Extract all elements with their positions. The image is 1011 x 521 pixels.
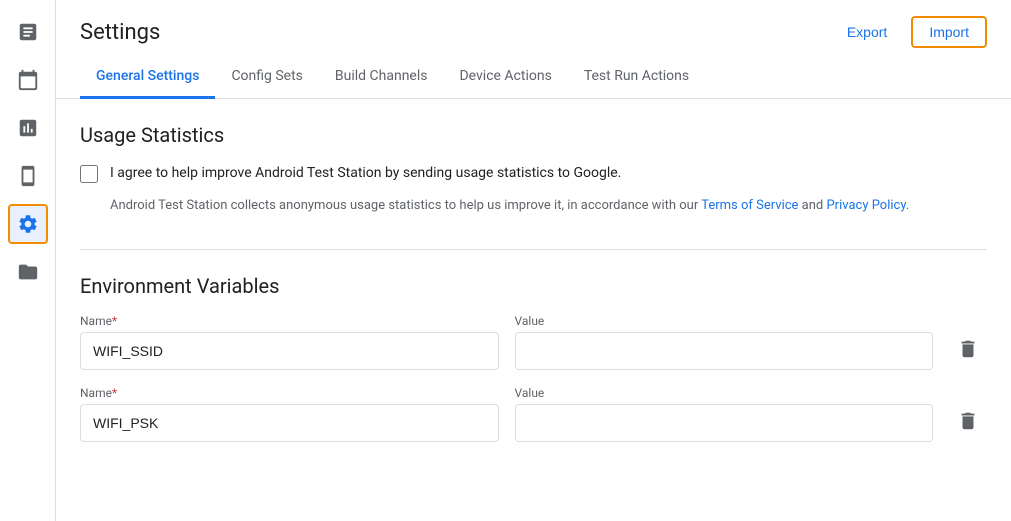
env-row-2-delete-button[interactable] — [949, 402, 987, 440]
delete-icon-2 — [957, 410, 979, 432]
env-row-1-value-input[interactable] — [515, 332, 934, 370]
usage-checkbox-row: I agree to help improve Android Test Sta… — [80, 163, 987, 184]
folder-icon — [17, 261, 39, 283]
env-row-1-value-group: Value — [515, 314, 934, 370]
tab-general-settings[interactable]: General Settings — [80, 56, 215, 99]
info-text-after: . — [906, 198, 909, 213]
content-area: Usage Statistics I agree to help improve… — [56, 99, 1011, 521]
env-row-1-name-group: Name* — [80, 314, 499, 370]
env-row-2-value-input[interactable] — [515, 404, 934, 442]
env-row-1-value-label: Value — [515, 314, 934, 328]
calendar-icon — [17, 69, 39, 91]
export-button[interactable]: Export — [839, 18, 895, 46]
tasks-icon — [17, 21, 39, 43]
sidebar — [0, 0, 56, 521]
terms-of-service-link[interactable]: Terms of Service — [701, 198, 798, 213]
tab-config-sets[interactable]: Config Sets — [215, 56, 318, 99]
env-row-2-value-label: Value — [515, 386, 934, 400]
usage-checkbox-label[interactable]: I agree to help improve Android Test Sta… — [110, 163, 621, 184]
env-rows: Name* Value — [80, 314, 987, 442]
env-row-2-name-label: Name* — [80, 386, 499, 400]
section-divider — [80, 249, 987, 250]
main-content: Settings Export Import General Settings … — [56, 0, 1011, 521]
env-row-2-value-group: Value — [515, 386, 934, 442]
env-row-2-name-required: * — [112, 386, 117, 400]
tabs-bar: General Settings Config Sets Build Chann… — [56, 56, 1011, 99]
usage-info-text: Android Test Station collects anonymous … — [110, 196, 987, 217]
header-actions: Export Import — [839, 16, 987, 48]
env-row-1-name-required: * — [112, 314, 117, 328]
tab-test-run-actions[interactable]: Test Run Actions — [568, 56, 705, 99]
sidebar-item-calendar[interactable] — [8, 60, 48, 100]
delete-icon-1 — [957, 338, 979, 360]
env-row-1: Name* Value — [80, 314, 987, 370]
sidebar-item-settings[interactable] — [8, 204, 48, 244]
info-text-before: Android Test Station collects anonymous … — [110, 198, 701, 213]
usage-checkbox[interactable] — [80, 165, 98, 183]
environment-variables-title: Environment Variables — [80, 274, 987, 298]
sidebar-item-analytics[interactable] — [8, 108, 48, 148]
environment-variables-section: Environment Variables Name* Value — [80, 274, 987, 442]
usage-statistics-title: Usage Statistics — [80, 123, 987, 147]
env-row-1-name-input[interactable] — [80, 332, 499, 370]
sidebar-item-tasks[interactable] — [8, 12, 48, 52]
env-row-2-name-input[interactable] — [80, 404, 499, 442]
privacy-policy-link[interactable]: Privacy Policy — [826, 198, 905, 213]
env-row-1-delete-button[interactable] — [949, 330, 987, 368]
env-row-2: Name* Value — [80, 386, 987, 442]
device-icon — [17, 165, 39, 187]
import-button[interactable]: Import — [911, 16, 987, 48]
sidebar-item-folder[interactable] — [8, 252, 48, 292]
sidebar-item-device[interactable] — [8, 156, 48, 196]
page-title: Settings — [80, 20, 160, 45]
info-text-middle: and — [798, 198, 826, 213]
tab-build-channels[interactable]: Build Channels — [319, 56, 444, 99]
usage-statistics-section: Usage Statistics I agree to help improve… — [80, 123, 987, 217]
env-row-1-name-label: Name* — [80, 314, 499, 328]
env-row-2-name-group: Name* — [80, 386, 499, 442]
tab-device-actions[interactable]: Device Actions — [443, 56, 567, 99]
settings-icon — [17, 213, 39, 235]
header: Settings Export Import — [56, 0, 1011, 48]
analytics-icon — [17, 117, 39, 139]
